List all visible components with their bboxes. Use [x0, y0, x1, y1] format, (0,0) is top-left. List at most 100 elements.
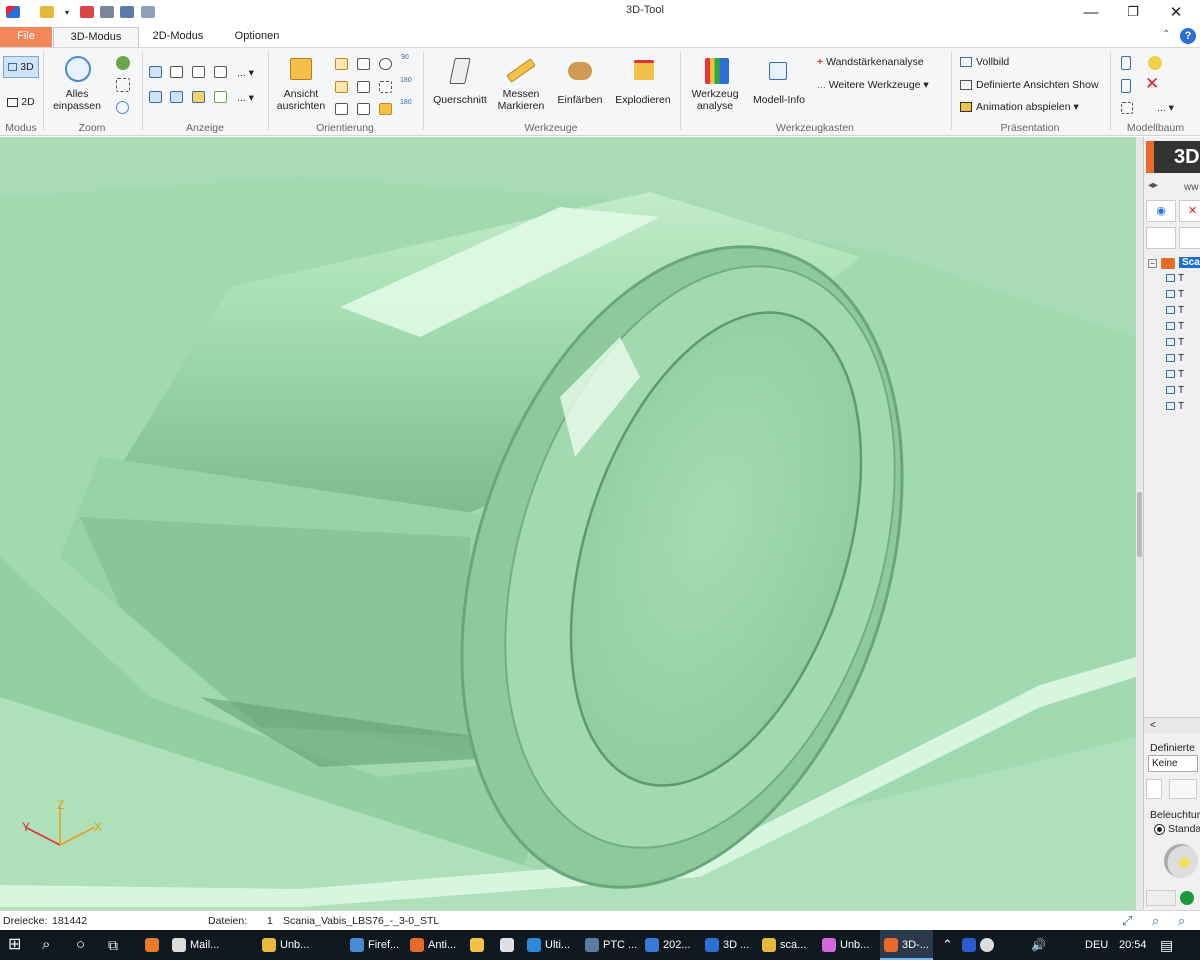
more-display-button-2[interactable]: ... ▾ [237, 92, 254, 104]
tab-2d-modus[interactable]: 2D-Modus [142, 27, 214, 47]
taskbar-app[interactable]: 202... [645, 930, 691, 960]
tab-3d-modus[interactable]: 3D-Modus [53, 27, 139, 47]
standard-radio[interactable] [1154, 824, 1165, 835]
help-icon[interactable]: ? [1180, 28, 1196, 44]
start-icon[interactable]: ⊞ [8, 930, 21, 960]
tree-item[interactable]: T [1166, 337, 1184, 348]
tree-item[interactable]: T [1166, 385, 1184, 396]
lighting-sphere-icon[interactable] [1164, 844, 1198, 878]
model-info-button[interactable]: Modell-Info [747, 54, 811, 116]
taskbar-app-1[interactable] [145, 930, 163, 960]
3d-viewport[interactable]: Y X Z [0, 137, 1136, 910]
view-top-icon[interactable] [335, 103, 348, 115]
hide-icon[interactable]: ✕ [1179, 200, 1200, 222]
taskbar-app[interactable]: Unb... [262, 930, 309, 960]
task-view-icon[interactable]: ⧉ [108, 930, 118, 960]
minimize-button[interactable]: — [1070, 0, 1112, 24]
tree-item[interactable]: T [1166, 321, 1184, 332]
more-tools-button[interactable]: ... Weitere Werkzeuge ▾ [817, 79, 929, 91]
viewport-splitter[interactable] [1136, 137, 1143, 910]
tree-scroll-left[interactable]: < [1144, 717, 1200, 733]
tool-analysis-button[interactable]: Werkzeug analyse [685, 54, 745, 116]
tree-item[interactable]: T [1166, 305, 1184, 316]
view-back-icon[interactable] [357, 58, 370, 70]
shaded-edges-icon[interactable] [170, 66, 183, 78]
wireframe-icon[interactable] [192, 66, 205, 78]
color-swatch[interactable] [1146, 890, 1176, 906]
close-button[interactable]: ✕ [1155, 0, 1197, 24]
isometric-icon[interactable] [379, 103, 392, 115]
taskbar-app[interactable]: Mail... [172, 930, 219, 960]
lighting-icon[interactable] [214, 91, 227, 103]
view-left-icon[interactable] [335, 81, 348, 93]
taskbar-app[interactable] [470, 930, 488, 960]
arrows-icon[interactable]: ◂▸ [1148, 180, 1158, 191]
colorize-button[interactable]: Einfärben [552, 54, 608, 116]
tree-toggle-icon[interactable]: − [1148, 259, 1157, 268]
website-link[interactable]: ww [1184, 182, 1198, 193]
zoom-out-status-icon[interactable]: ⌕ [1152, 913, 1159, 929]
shaded-view-icon[interactable] [149, 66, 162, 78]
tree-expand-icon[interactable] [1121, 56, 1131, 70]
tree-item[interactable]: T [1166, 353, 1184, 364]
wall-thickness-button[interactable]: + Wandstärkenanalyse [817, 56, 924, 68]
taskbar-app[interactable]: sca... [762, 930, 806, 960]
view-right-icon[interactable] [357, 81, 370, 93]
tree-item[interactable]: T [1166, 401, 1184, 412]
rotate-180-button-2[interactable]: 180 [400, 99, 412, 106]
clock[interactable]: 20:54 [1119, 930, 1147, 960]
zoom-tool-icon[interactable] [116, 56, 130, 70]
search-icon[interactable]: ⌕ [42, 930, 50, 960]
play-animation-button[interactable]: Animation abspielen ▾ [960, 101, 1079, 113]
edge-lines-icon[interactable] [149, 91, 162, 103]
measure-button[interactable]: Messen Markieren [494, 54, 548, 116]
taskbar-app[interactable]: PTC ... [585, 930, 637, 960]
tree-item[interactable]: T [1166, 369, 1184, 380]
taskbar-app[interactable]: 3D-... [880, 930, 933, 960]
taskbar-app[interactable]: 3D ... [705, 930, 749, 960]
rotate-90-button[interactable]: 90 [401, 54, 409, 61]
cross-section-button[interactable]: Querschnitt [428, 54, 492, 116]
hidden-lines-icon[interactable] [214, 66, 227, 78]
show-icon[interactable]: ◉ [1146, 200, 1176, 222]
defined-views-select[interactable]: Keine [1148, 755, 1198, 772]
view-front-icon[interactable] [335, 58, 348, 70]
tree-collapse-all-icon[interactable] [1179, 227, 1200, 249]
zoom-in-status-icon[interactable]: ⌕ [1178, 913, 1185, 929]
taskbar-app[interactable]: Ulti... [527, 930, 570, 960]
tree-item[interactable]: T [1166, 289, 1184, 300]
tab-optionen[interactable]: Optionen [222, 27, 292, 47]
highlight-icon[interactable] [192, 91, 205, 103]
fit-all-button[interactable]: Alles einpassen [50, 54, 104, 116]
taskbar-app[interactable] [500, 930, 518, 960]
tray-expand-icon[interactable]: ⌃ [942, 930, 953, 960]
tree-collapse-icon[interactable] [1121, 79, 1131, 93]
cortana-icon[interactable]: ○ [76, 930, 85, 960]
delete-icon[interactable]: ✕ [1145, 74, 1159, 94]
mode-3d-button[interactable]: 3D [3, 56, 39, 78]
rotate-180-button[interactable]: 180 [400, 77, 412, 84]
restore-button[interactable]: ❐ [1112, 0, 1154, 24]
more-tree-button[interactable]: ... ▾ [1157, 102, 1174, 114]
tree-root-label[interactable]: Sca [1179, 257, 1200, 268]
tree-item[interactable]: T [1166, 273, 1184, 284]
view-bottom-icon[interactable] [357, 103, 370, 115]
fullscreen-button[interactable]: Vollbild [960, 56, 1009, 68]
tray-icons[interactable] [962, 930, 998, 960]
align-view-button[interactable]: Ansicht ausrichten [273, 54, 329, 116]
light-icon[interactable] [1148, 56, 1162, 70]
zoom-magnifier-icon[interactable] [116, 101, 129, 114]
more-display-button[interactable]: ... ▾ [237, 67, 254, 79]
taskbar-app[interactable]: Unb... [822, 930, 869, 960]
tab-file[interactable]: File [0, 27, 52, 47]
view-save-icon[interactable] [1146, 779, 1162, 799]
defined-views-show-button[interactable]: Definierte Ansichten Show [960, 79, 1099, 91]
collapse-ribbon-icon[interactable]: ⌃ [1162, 29, 1170, 40]
language-indicator[interactable]: DEU [1085, 930, 1108, 960]
splitter-handle[interactable] [1137, 492, 1142, 557]
taskbar-app[interactable]: Anti... [410, 930, 456, 960]
tree-expand-all-icon[interactable] [1146, 227, 1176, 249]
select-parts-icon[interactable] [1121, 102, 1133, 114]
camera-icon[interactable] [1169, 779, 1197, 799]
volume-icon[interactable]: 🔊 [1031, 930, 1046, 960]
